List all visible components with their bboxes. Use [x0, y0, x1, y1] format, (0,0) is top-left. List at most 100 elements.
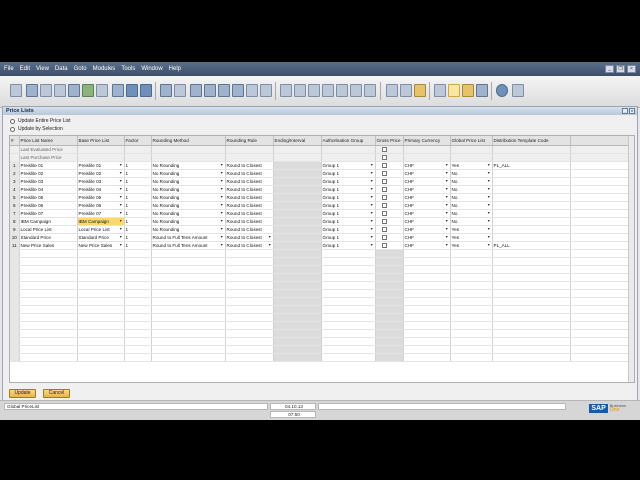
update-button[interactable]: Update	[9, 389, 36, 398]
factor-cell[interactable]: 1	[124, 201, 152, 210]
ending-interval-cell[interactable]	[273, 161, 322, 170]
gross-price-checkbox[interactable]	[381, 146, 387, 152]
ending-interval-cell[interactable]	[273, 193, 322, 202]
col-header-rounding-rule[interactable]: Rounding Rule	[225, 136, 274, 146]
table-row[interactable]: 10Standard PriceStandard Price1Round to …	[10, 233, 631, 242]
col-header-ending-interval[interactable]: Ending/Interval	[273, 136, 322, 146]
gross-price-checkbox[interactable]	[381, 242, 387, 248]
rounding-rule-cell[interactable]: Round to Closest	[225, 233, 274, 242]
rounding-method-dropdown[interactable]: No Rounding	[151, 185, 226, 194]
table-row[interactable]: 8IBM CampaignIBM Campaign1No RoundingRou…	[10, 217, 631, 226]
ending-interval-cell[interactable]	[273, 185, 322, 194]
target-document-icon[interactable]	[294, 84, 306, 97]
rounding-method-dropdown[interactable]: No Rounding	[151, 217, 226, 226]
gross-price-checkbox[interactable]	[381, 178, 387, 184]
first-record-icon[interactable]	[190, 84, 202, 97]
paste-icon[interactable]	[112, 84, 124, 97]
factor-cell[interactable]: 1	[124, 241, 152, 250]
restore-icon[interactable]: ❐	[616, 65, 625, 73]
menu-edit[interactable]: Edit	[20, 66, 30, 72]
table-row[interactable]: 7Preislite 07Preislite 071No RoundingRou…	[10, 209, 631, 218]
authorisation-group-dropdown[interactable]: Group 1	[321, 161, 376, 170]
previous-record-icon[interactable]	[204, 84, 216, 97]
price-list-name-cell[interactable]: Preislite 06	[19, 201, 78, 210]
authorisation-group-dropdown[interactable]: Group 1	[321, 233, 376, 242]
preview-icon[interactable]	[54, 84, 66, 97]
table-row[interactable]: 4Preislite 04Preislite 041No RoundingRou…	[10, 185, 631, 194]
base-price-list-dropdown[interactable]: Preislite 05	[77, 193, 125, 202]
primary-currency-dropdown[interactable]: CHF	[403, 185, 451, 194]
rounding-rule-cell[interactable]: Round to Closest	[225, 169, 274, 178]
lock-icon[interactable]	[126, 84, 138, 97]
window-minimize-icon[interactable]: _	[622, 108, 628, 114]
gross-price-checkbox[interactable]	[381, 210, 387, 216]
base-price-list-dropdown[interactable]: Preislite 01	[77, 161, 125, 170]
col-header-distribution-template-code[interactable]: Distribution Template Code	[492, 136, 571, 146]
rounding-method-dropdown[interactable]: No Rounding	[151, 177, 226, 186]
distribution-template-code-cell[interactable]	[492, 185, 571, 194]
calendar-icon[interactable]	[434, 84, 446, 97]
global-price-list-dropdown[interactable]: No	[450, 201, 493, 210]
authorisation-group-dropdown[interactable]: Group 1	[321, 209, 376, 218]
grid-vertical-scrollbar[interactable]	[628, 136, 634, 382]
col-header-base-price-list[interactable]: Base Price List	[77, 136, 125, 146]
rounding-method-dropdown[interactable]: No Rounding	[151, 225, 226, 234]
gross-price-checkbox[interactable]	[381, 194, 387, 200]
distribution-template-code-cell[interactable]	[492, 177, 571, 186]
table-row[interactable]: 5Preislite 05Preislite 051No RoundingRou…	[10, 193, 631, 202]
rounding-method-dropdown[interactable]: Round to Full Tens Amount	[151, 241, 226, 250]
gross-price-checkbox[interactable]	[381, 226, 387, 232]
rounding-rule-cell[interactable]: Round to Closest	[225, 241, 274, 250]
menu-view[interactable]: View	[36, 66, 49, 72]
gross-price-checkbox[interactable]	[381, 202, 387, 208]
price-list-name-cell[interactable]: Standard Price	[19, 233, 78, 242]
ending-interval-cell[interactable]	[273, 177, 322, 186]
table-row[interactable]: 6Preislite 06Preislite 061No RoundingRou…	[10, 201, 631, 210]
base-price-list-dropdown[interactable]: Preislite 04	[77, 185, 125, 194]
rounding-rule-cell[interactable]: Round to Closest	[225, 193, 274, 202]
primary-currency-dropdown[interactable]: CHF	[403, 225, 451, 234]
ending-interval-cell[interactable]	[273, 169, 322, 178]
table-row[interactable]: 11New Price SalesNew Price Sales1Round t…	[10, 241, 631, 250]
authorisation-group-dropdown[interactable]: Group 1	[321, 225, 376, 234]
rounding-rule-cell[interactable]: Round to Closest	[225, 217, 274, 226]
base-price-list-dropdown[interactable]: New Price Sales	[77, 241, 125, 250]
menu-data[interactable]: Data	[55, 66, 68, 72]
table-row[interactable]: 9Local Price ListLocal Price List1No Rou…	[10, 225, 631, 234]
menu-window[interactable]: Window	[141, 66, 162, 72]
user-defined-fields-icon[interactable]	[476, 84, 488, 97]
global-price-list-dropdown[interactable]: No	[450, 193, 493, 202]
col-header-authorisation-group[interactable]: Authorisation Group	[321, 136, 376, 146]
exit-icon[interactable]	[512, 84, 524, 97]
ending-interval-cell[interactable]	[273, 217, 322, 226]
primary-currency-dropdown[interactable]: CHF	[403, 201, 451, 210]
distribution-template-code-cell[interactable]	[492, 233, 571, 242]
factor-cell[interactable]: 1	[124, 225, 152, 234]
factor-cell[interactable]: 1	[124, 233, 152, 242]
next-record-icon[interactable]	[218, 84, 230, 97]
price-list-name-cell[interactable]: Preislite 01	[19, 161, 78, 170]
primary-currency-dropdown[interactable]: CHF	[403, 169, 451, 178]
distribution-template-code-cell[interactable]	[492, 209, 571, 218]
distribution-template-code-cell[interactable]	[492, 217, 571, 226]
settings-icon[interactable]	[364, 84, 376, 97]
print-icon[interactable]	[26, 84, 38, 97]
cancel-button[interactable]: Cancel	[43, 389, 70, 398]
gross-price-checkbox[interactable]	[381, 162, 387, 168]
base-price-list-dropdown[interactable]: Preislite 03	[77, 177, 125, 186]
menu-goto[interactable]: Goto	[74, 66, 87, 72]
rounding-method-dropdown[interactable]: No Rounding	[151, 193, 226, 202]
price-list-name-cell[interactable]: Preislite 03	[19, 177, 78, 186]
rounding-rule-cell[interactable]: Round to Closest	[225, 209, 274, 218]
menu-tools[interactable]: Tools	[121, 66, 135, 72]
messages-icon[interactable]	[462, 84, 474, 97]
global-price-list-dropdown[interactable]: No	[450, 177, 493, 186]
menu-modules[interactable]: Modules	[93, 66, 116, 72]
help-icon[interactable]	[496, 84, 508, 97]
authorisation-group-dropdown[interactable]: Group 1	[321, 185, 376, 194]
global-price-list-dropdown[interactable]: No	[450, 209, 493, 218]
distribution-template-code-cell[interactable]	[492, 225, 571, 234]
global-price-list-dropdown[interactable]: Yes	[450, 241, 493, 250]
col-header-gross-price[interactable]: Gross Price	[375, 136, 404, 146]
primary-currency-dropdown[interactable]: CHF	[403, 233, 451, 242]
